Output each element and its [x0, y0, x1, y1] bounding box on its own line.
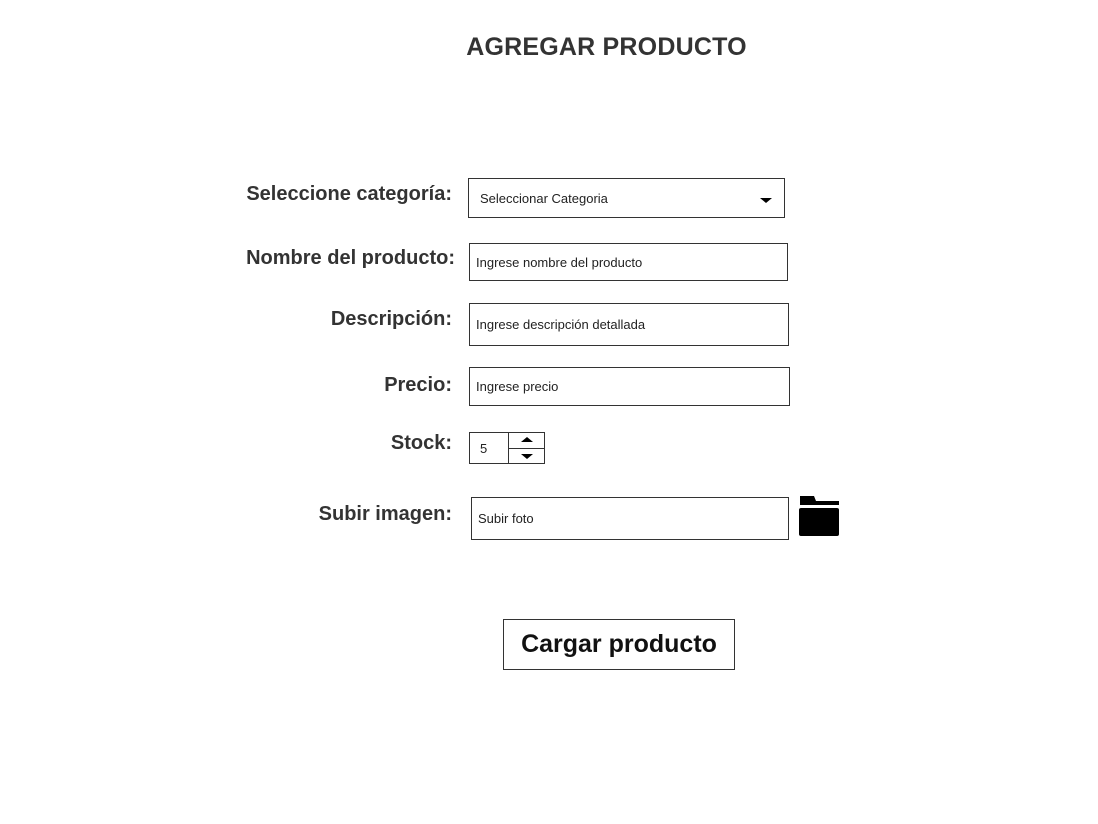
image-upload-placeholder: Subir foto — [478, 511, 534, 526]
stock-decrement-button[interactable] — [509, 449, 544, 464]
submit-button[interactable]: Cargar producto — [503, 619, 735, 670]
price-input[interactable]: Ingrese precio — [469, 367, 790, 406]
chevron-down-icon — [521, 453, 533, 459]
stock-stepper-buttons — [509, 433, 544, 463]
chevron-down-icon — [760, 198, 772, 203]
description-placeholder: Ingrese descripción detallada — [476, 317, 646, 332]
stock-stepper[interactable]: 5 — [469, 432, 545, 464]
product-name-label: Nombre del producto: — [246, 247, 455, 269]
category-select[interactable]: Seleccionar Categoria — [468, 178, 785, 218]
page-title: AGREGAR PRODUCTO — [466, 33, 747, 61]
stock-label: Stock: — [390, 432, 452, 454]
stock-value[interactable]: 5 — [470, 433, 509, 463]
folder-icon[interactable] — [799, 496, 839, 536]
product-name-placeholder: Ingrese nombre del producto — [476, 254, 643, 270]
image-label: Subir imagen: — [318, 503, 452, 525]
price-label: Precio: — [384, 374, 452, 396]
product-name-input[interactable]: Ingrese nombre del producto — [469, 243, 788, 281]
category-select-value: Seleccionar Categoria — [480, 190, 608, 206]
stock-increment-button[interactable] — [509, 433, 544, 449]
image-upload-input[interactable]: Subir foto — [471, 497, 789, 540]
price-placeholder: Ingrese precio — [476, 379, 559, 394]
chevron-up-icon — [521, 437, 533, 442]
description-input[interactable]: Ingrese descripción detallada — [469, 303, 789, 346]
category-label: Seleccione categoría: — [246, 183, 452, 205]
description-label: Descripción: — [330, 308, 452, 330]
